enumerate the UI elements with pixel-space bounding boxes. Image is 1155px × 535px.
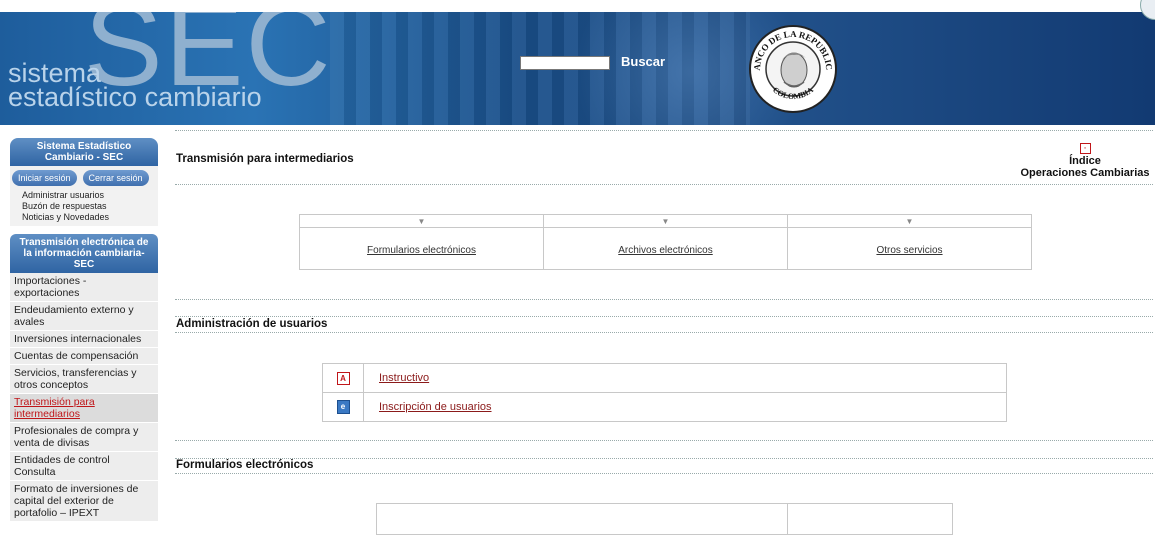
divider [175, 184, 1153, 185]
divider [175, 332, 1153, 333]
admin-table: A Instructivo e Inscripción de usuarios [322, 363, 1007, 422]
login-button[interactable]: Iniciar sesión [12, 170, 77, 186]
page-title: Transmisión para intermediarios [176, 153, 354, 165]
sidebar: Sistema Estadístico Cambiario - SEC Inic… [10, 138, 158, 522]
triangle-down-icon: ▼ [544, 216, 787, 228]
session-buttons: Iniciar sesión Cerrar sesión [10, 166, 158, 190]
icon-cell: e [323, 393, 364, 421]
tab-otros[interactable]: ▼ Otros servicios [788, 215, 1031, 269]
link-inscripcion-usuarios[interactable]: Inscripción de usuarios [379, 401, 492, 413]
document-icon[interactable]: e [336, 400, 350, 414]
divider [175, 299, 1153, 300]
sidebar-links: Administrar usuarios Buzón de respuestas… [10, 190, 158, 226]
divider [175, 130, 1153, 131]
site-header: SEC sistema estadístico cambiario Buscar… [0, 12, 1155, 125]
table-row: e Inscripción de usuarios [323, 393, 1006, 421]
link-instructivo[interactable]: Instructivo [379, 372, 429, 384]
sidebar-item-endeudamiento[interactable]: Endeudamiento externo y avales [10, 302, 158, 331]
sidebar-item-ipext[interactable]: Formato de inversiones de capital del ex… [10, 481, 158, 522]
indice-link[interactable]: ◦ Índice Operaciones Cambiarias [1015, 141, 1155, 179]
icon-cell: A [323, 364, 364, 392]
tab-archivos[interactable]: ▼ Archivos electrónicos [544, 215, 788, 269]
link-noticias[interactable]: Noticias y Novedades [22, 212, 158, 223]
sidebar-item-servicios[interactable]: Servicios, transferencias y otros concep… [10, 365, 158, 394]
sidebar-item-importaciones[interactable]: Importaciones - exportaciones [10, 273, 158, 302]
table-row: A Instructivo [323, 364, 1006, 393]
triangle-down-icon: ▼ [788, 216, 1031, 228]
tab-otros-label[interactable]: Otros servicios [788, 245, 1031, 256]
sidebar-item-profesionales[interactable]: Profesionales de compra y venta de divis… [10, 423, 158, 452]
tab-archivos-label[interactable]: Archivos electrónicos [544, 245, 787, 256]
indice-line-2: Operaciones Cambiarias [1020, 167, 1150, 179]
sidebar-item-entidades[interactable]: Entidades de control Consulta [10, 452, 158, 481]
section-forms-title: Formularios electrónicos [176, 459, 314, 471]
logout-button[interactable]: Cerrar sesión [82, 170, 149, 186]
index-icon: ◦ [1079, 143, 1091, 154]
sidebar-item-inversiones[interactable]: Inversiones internacionales [10, 331, 158, 348]
search-button[interactable]: Buscar [621, 54, 665, 69]
link-buzon-respuestas[interactable]: Buzón de respuestas [22, 201, 158, 212]
table-divider [787, 504, 788, 534]
sidebar-item-cuentas[interactable]: Cuentas de compensación [10, 348, 158, 365]
triangle-down-icon: ▼ [300, 216, 543, 228]
search-input[interactable] [520, 56, 610, 70]
link-administrar-usuarios[interactable]: Administrar usuarios [22, 190, 158, 201]
sidebar-item-transmision[interactable]: Transmisión para intermediarios [10, 394, 158, 423]
forms-table [376, 503, 953, 535]
divider [175, 316, 1153, 317]
sidebar-title: Sistema Estadístico Cambiario - SEC [10, 138, 158, 166]
divider [175, 440, 1153, 441]
banco-republica-seal-icon: BANCO DE LA REPUBLICA COLOMBIA [748, 24, 837, 113]
sidebar-section-title: Transmisión electrónica de la informació… [10, 234, 158, 273]
pdf-icon[interactable]: A [336, 371, 350, 385]
divider [175, 473, 1153, 474]
tab-formularios-label[interactable]: Formularios electrónicos [300, 245, 543, 256]
indice-line-1: Índice [1069, 155, 1101, 167]
tab-bar: ▼ Formularios electrónicos ▼ Archivos el… [299, 214, 1032, 270]
divider [175, 458, 1153, 459]
section-admin-title: Administración de usuarios [176, 318, 328, 330]
logo-line-2: estadístico cambiario [8, 82, 262, 112]
tab-formularios[interactable]: ▼ Formularios electrónicos [300, 215, 544, 269]
